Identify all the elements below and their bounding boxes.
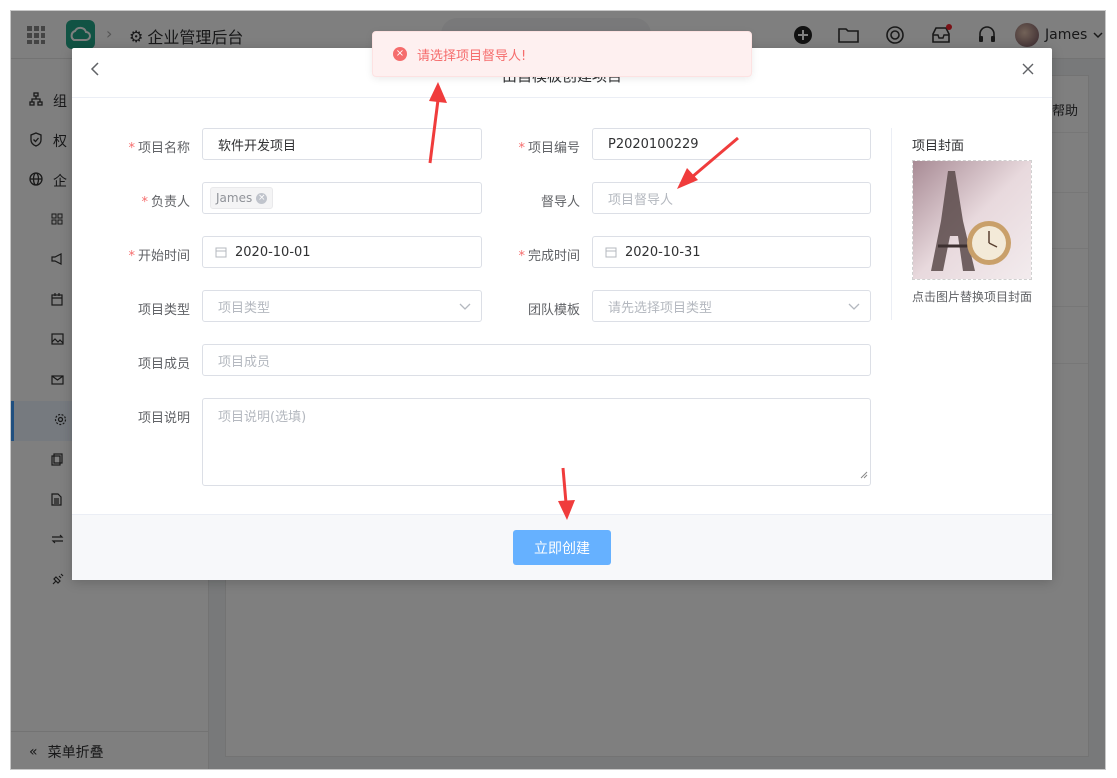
create-now-button[interactable]: 立即创建	[513, 530, 611, 565]
error-toast: × 请选择项目督导人!	[372, 31, 752, 77]
project-cover-image[interactable]	[912, 160, 1032, 280]
end-date-label: * 完成时间	[518, 249, 580, 264]
calendar-icon	[605, 246, 617, 258]
supervisor-select[interactable]: 项目督导人	[592, 182, 871, 214]
owner-tag: James ×	[210, 187, 274, 209]
project-type-select[interactable]: 项目类型	[202, 290, 482, 322]
close-icon[interactable]	[1022, 63, 1034, 79]
project-code-label: * 项目编号	[518, 141, 580, 156]
project-name-input[interactable]: 软件开发项目	[202, 128, 482, 160]
cover-hint: 点击图片替换项目封面	[912, 290, 1033, 304]
project-name-label: * 项目名称	[128, 141, 190, 156]
project-code-input[interactable]: P2020100229	[592, 128, 871, 160]
error-circle-icon: ×	[393, 47, 407, 61]
cover-divider	[891, 128, 892, 320]
team-template-select[interactable]: 请先选择项目类型	[592, 290, 871, 322]
cover-title: 项目封面	[912, 139, 965, 154]
description-label: 项目说明	[137, 411, 190, 426]
description-textarea[interactable]: 项目说明(选填)	[202, 398, 871, 486]
tag-close-icon[interactable]: ×	[256, 192, 268, 204]
app-window: › ⚙ 企业管理后台 James	[10, 10, 1106, 770]
resize-handle-icon[interactable]	[860, 468, 868, 483]
members-label: 项目成员	[137, 357, 190, 372]
dialog-footer: 立即创建	[72, 514, 1052, 580]
start-date-label: * 开始时间	[128, 249, 190, 264]
owner-select[interactable]: James ×	[202, 182, 482, 214]
calendar-icon	[215, 246, 227, 258]
team-template-label: 团队模板	[527, 303, 580, 318]
supervisor-label: 督导人	[540, 195, 580, 210]
create-project-dialog: 由自模板创建项目 *项目名称 软件开发项目 *项目编号 P2020100229 …	[72, 48, 1052, 580]
project-type-label: 项目类型	[137, 303, 190, 318]
chevron-down-icon	[848, 300, 860, 315]
end-date-picker[interactable]: 2020-10-31	[592, 236, 871, 268]
members-select[interactable]: 项目成员	[202, 344, 871, 376]
start-date-picker[interactable]: 2020-10-01	[202, 236, 482, 268]
toast-message: 请选择项目督导人!	[417, 48, 527, 64]
owner-label: * 负责人	[141, 195, 190, 210]
